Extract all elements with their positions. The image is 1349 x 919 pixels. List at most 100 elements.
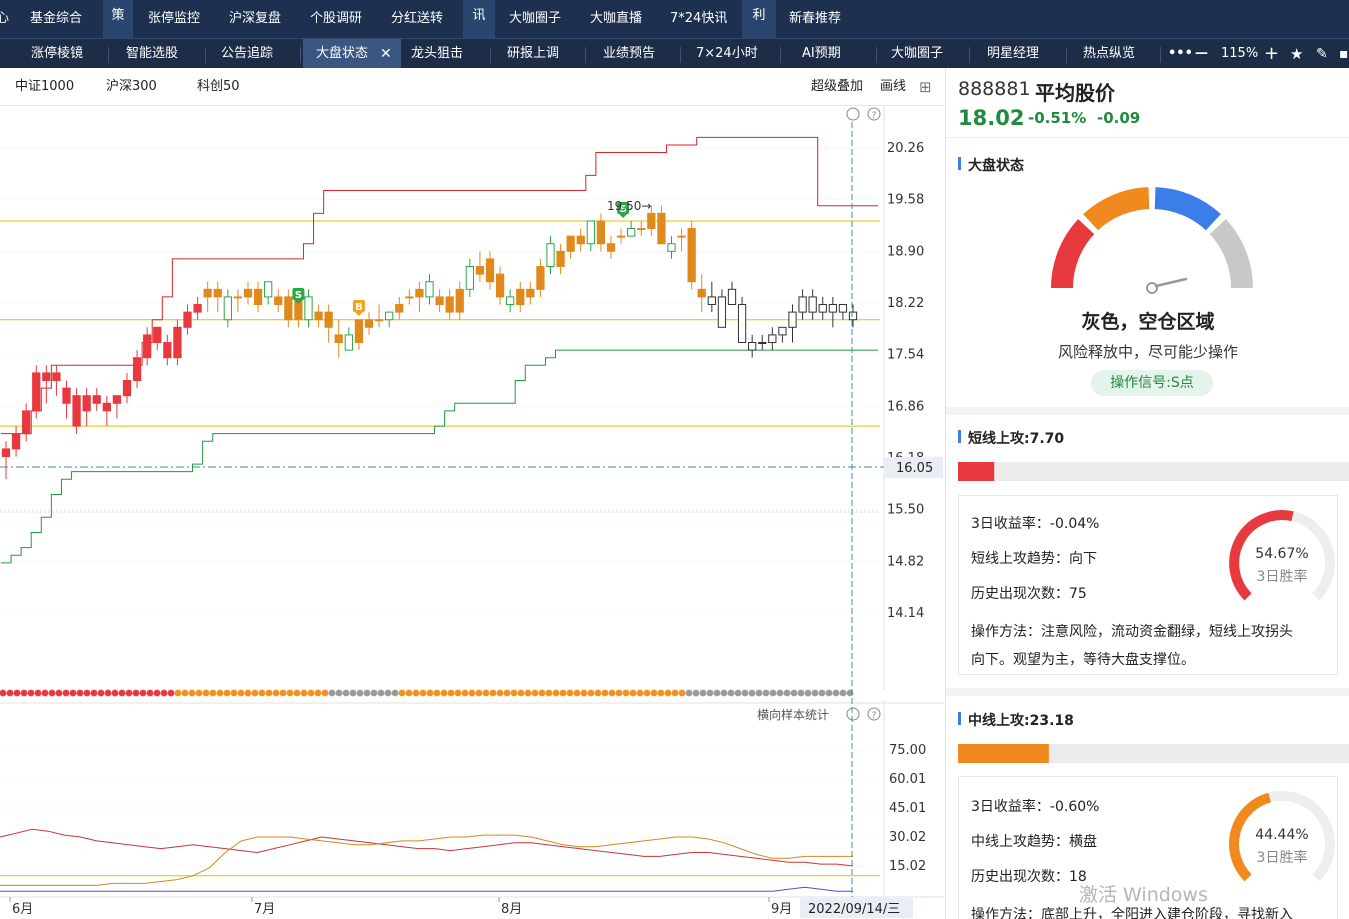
state-dot [629, 689, 637, 697]
top-nav-group-benefit[interactable]: 利 [742, 0, 776, 38]
tab-star-manager[interactable]: 明星经理 [987, 39, 1039, 69]
tab-24h[interactable]: 7×24小时 [696, 39, 758, 69]
candle-body [687, 228, 696, 283]
chart-area[interactable]: SBS19.50→ 20.2619.5818.9018.2217.5416.86… [0, 106, 944, 919]
state-dot [265, 689, 273, 697]
y-tick-label: 15.50 [887, 503, 924, 518]
candle-body [627, 228, 636, 237]
state-dot [216, 689, 224, 697]
tab-separator [300, 47, 301, 63]
tab-market-status[interactable]: 大盘状态 [316, 39, 368, 69]
top-nav-item-flash-news[interactable]: 7*24快讯 [670, 0, 727, 38]
top-nav-item-market-review[interactable]: 沪深复盘 [229, 0, 281, 38]
state-dot [132, 689, 140, 697]
state-dot [545, 689, 553, 697]
state-dot [97, 689, 105, 697]
draw-line-button[interactable]: 画线 [880, 68, 906, 106]
state-dot [391, 689, 399, 697]
candle-body [475, 266, 485, 275]
candle-body [657, 212, 666, 245]
candle-body [334, 334, 343, 344]
top-nav-item-dividend[interactable]: 分红送转 [391, 0, 443, 38]
state-dot [139, 689, 147, 697]
candle-body [32, 372, 41, 412]
tab-report-upgrade[interactable]: 研报上调 [507, 39, 559, 69]
y-tick-label: 17.54 [887, 348, 924, 363]
state-dot [405, 689, 413, 697]
tab-hot-overview[interactable]: 热点纵览 [1083, 39, 1135, 69]
state-dot [6, 689, 14, 697]
state-dot [349, 689, 357, 697]
candle-body [506, 296, 515, 306]
zoom-in-icon[interactable]: + [1264, 39, 1279, 69]
top-nav-item-stock-research[interactable]: 个股调研 [310, 0, 362, 38]
tab-separator [205, 47, 206, 63]
state-dot [566, 689, 574, 697]
candle-body [253, 288, 263, 306]
candle-body [616, 235, 626, 238]
state-dot [125, 689, 133, 697]
candle-body [72, 395, 81, 427]
top-nav-item-limit-monitor[interactable]: 张停监控 [148, 0, 200, 38]
state-dot [552, 689, 560, 697]
peak-annotation: 19.50→ [607, 199, 651, 213]
index-zz1000[interactable]: 中证1000 [15, 68, 74, 106]
state-dot [573, 689, 581, 697]
short-winrate-ring: 54.67% 3日胜率 [1229, 509, 1335, 601]
state-dot [62, 689, 70, 697]
candle-body [112, 395, 122, 404]
state-dot [440, 689, 448, 697]
candle-body [405, 296, 414, 299]
candle-body [778, 326, 787, 336]
tab-expert-circle[interactable]: 大咖圈子 [891, 39, 943, 69]
more-icon[interactable]: ••• [1168, 39, 1193, 69]
short-attack-trend: 短线上攻趋势：向下 [971, 551, 1097, 567]
short-attack-bar [958, 462, 1349, 481]
index-kc50[interactable]: 科创50 [197, 68, 240, 106]
state-dot [167, 689, 175, 697]
state-dot [244, 689, 252, 697]
tab-limit-prism[interactable]: 涨停棱镜 [31, 39, 83, 69]
candle-body [566, 235, 575, 252]
candle-body [233, 296, 243, 299]
tab-earnings-forecast[interactable]: 业绩预告 [603, 39, 655, 69]
tab-separator [1066, 47, 1067, 63]
state-dot [342, 689, 350, 697]
index-hs300[interactable]: 沪深300 [106, 68, 157, 106]
state-dot [804, 689, 812, 697]
state-dot [622, 689, 630, 697]
state-dot [237, 689, 245, 697]
top-nav-item-spring-picks[interactable]: 新春推荐 [789, 0, 841, 38]
sub-help-icon-glyph: ? [872, 711, 877, 721]
tab-ai-forecast[interactable]: AI预期 [802, 39, 841, 69]
state-dot [755, 689, 763, 697]
state-dot [783, 689, 791, 697]
edit-icon[interactable]: ✎ [1316, 39, 1328, 69]
short-attack-bar-track [958, 462, 1349, 481]
top-nav-item-cut[interactable]: 心 [0, 0, 9, 38]
super-overlay-button[interactable]: 超级叠加 [811, 68, 863, 106]
top-nav-group-news[interactable]: 讯 [463, 0, 495, 38]
close-tab-icon[interactable]: ✕ [380, 39, 392, 69]
top-nav-item-fund[interactable]: 基金综合 [30, 0, 82, 38]
state-dot [279, 689, 287, 697]
candle-body [183, 311, 192, 328]
tab-announcement[interactable]: 公告追踪 [221, 39, 273, 69]
state-dot [699, 689, 707, 697]
signal-label: B [355, 302, 363, 313]
menu-icon[interactable]: ▪ [1339, 39, 1349, 69]
star-icon[interactable]: ★ [1290, 39, 1303, 69]
candle-body [213, 288, 222, 298]
tab-leader-snipe[interactable]: 龙头狙击 [411, 39, 463, 69]
candle-body [193, 304, 202, 313]
stock-code: 888881 [958, 78, 1031, 100]
top-nav-group-strategy[interactable]: 策 [103, 0, 133, 38]
tab-smart-pick[interactable]: 智能选股 [126, 39, 178, 69]
state-dot [720, 689, 728, 697]
top-nav-item-expert-live[interactable]: 大咖直播 [590, 0, 642, 38]
grid-icon[interactable]: ⊞ [919, 68, 932, 106]
stock-price: 18.02 [958, 106, 1025, 130]
zoom-out-icon[interactable]: — [1195, 39, 1208, 69]
top-nav-item-expert-circle[interactable]: 大咖圈子 [509, 0, 561, 38]
mid-attack-bar [958, 744, 1349, 763]
